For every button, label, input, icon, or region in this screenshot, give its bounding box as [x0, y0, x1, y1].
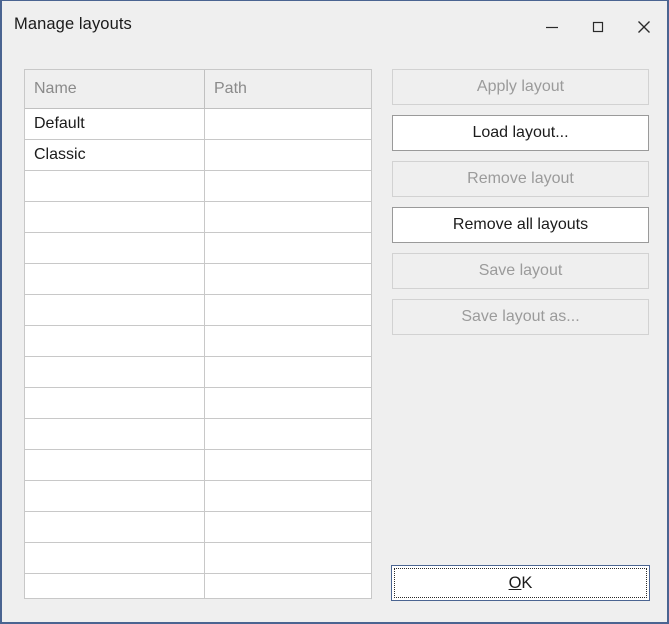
cell-name [25, 233, 205, 263]
table-row[interactable] [25, 574, 371, 598]
save-layout-as-button[interactable]: Save layout as... [392, 299, 649, 335]
cell-path [205, 419, 371, 449]
cell-name: Classic [25, 140, 205, 170]
table-row[interactable] [25, 543, 371, 574]
table-row[interactable]: Classic [25, 140, 371, 171]
table-row[interactable] [25, 326, 371, 357]
table-row[interactable] [25, 357, 371, 388]
cell-name [25, 419, 205, 449]
cell-name [25, 357, 205, 387]
cell-name [25, 481, 205, 511]
ok-rest: K [521, 573, 533, 592]
table-row[interactable] [25, 512, 371, 543]
table-row[interactable] [25, 388, 371, 419]
table-row[interactable] [25, 481, 371, 512]
ok-focus-ring: OK [394, 568, 647, 598]
ok-mnemonic: O [508, 573, 522, 592]
column-header-path[interactable]: Path [205, 70, 371, 108]
cell-path [205, 574, 371, 598]
remove-all-layouts-button[interactable]: Remove all layouts [392, 207, 649, 243]
cell-name [25, 574, 205, 598]
cell-path [205, 543, 371, 573]
table-body: Default Classic [25, 109, 371, 598]
cell-path [205, 512, 371, 542]
minimize-icon [544, 19, 560, 35]
table-row[interactable] [25, 450, 371, 481]
layouts-table[interactable]: Name Path Default Classic [24, 69, 372, 599]
cell-name [25, 171, 205, 201]
cell-name [25, 326, 205, 356]
cell-path [205, 140, 371, 170]
minimize-button[interactable] [529, 1, 575, 53]
cell-name [25, 295, 205, 325]
table-row[interactable] [25, 171, 371, 202]
manage-layouts-window: Manage layouts Name Path Default Classic… [0, 0, 669, 624]
table-row[interactable] [25, 419, 371, 450]
cell-name [25, 264, 205, 294]
cell-path [205, 202, 371, 232]
table-row[interactable] [25, 264, 371, 295]
cell-path [205, 326, 371, 356]
cell-path [205, 264, 371, 294]
title-bar: Manage layouts [2, 1, 667, 53]
maximize-button[interactable] [575, 1, 621, 53]
maximize-icon [590, 19, 606, 35]
table-row[interactable]: Default [25, 109, 371, 140]
table-row[interactable] [25, 295, 371, 326]
save-layout-button[interactable]: Save layout [392, 253, 649, 289]
close-icon [635, 18, 653, 36]
cell-path [205, 450, 371, 480]
cell-path [205, 388, 371, 418]
cell-path [205, 171, 371, 201]
cell-path [205, 233, 371, 263]
cell-path [205, 295, 371, 325]
cell-path [205, 481, 371, 511]
cell-name [25, 543, 205, 573]
apply-layout-button[interactable]: Apply layout [392, 69, 649, 105]
column-header-name[interactable]: Name [25, 70, 205, 108]
layout-actions-panel: Apply layout Load layout... Remove layou… [392, 69, 649, 345]
cell-name [25, 202, 205, 232]
ok-button-label: OK [509, 575, 533, 592]
load-layout-button[interactable]: Load layout... [392, 115, 649, 151]
cell-name: Default [25, 109, 205, 139]
window-controls [529, 1, 667, 53]
cell-name [25, 388, 205, 418]
remove-layout-button[interactable]: Remove layout [392, 161, 649, 197]
table-row[interactable] [25, 202, 371, 233]
window-title: Manage layouts [14, 15, 132, 33]
table-row[interactable] [25, 233, 371, 264]
cell-name [25, 512, 205, 542]
ok-button[interactable]: OK [391, 565, 650, 601]
cell-path [205, 109, 371, 139]
close-button[interactable] [621, 1, 667, 53]
cell-path [205, 357, 371, 387]
cell-name [25, 450, 205, 480]
table-header-row: Name Path [25, 70, 371, 109]
